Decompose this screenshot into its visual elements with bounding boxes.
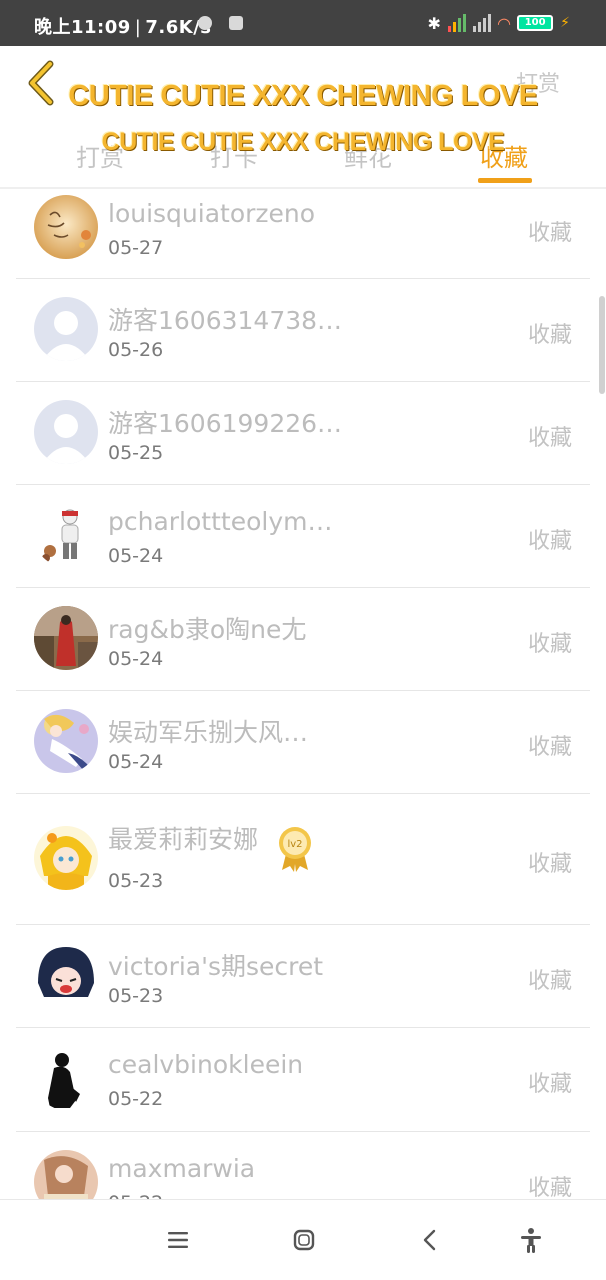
list-scrollbar[interactable] <box>599 296 605 394</box>
favorite-action[interactable]: 收藏 <box>528 523 572 555</box>
status-indicators: ✱ ◠ 100 ⚡ <box>427 12 570 34</box>
list-item[interactable]: rag&b隶o陶ne尢 05-24 收藏 <box>0 588 606 691</box>
user-name[interactable]: 游客1606199226… <box>108 404 342 440</box>
item-date: 05-24 <box>108 648 164 670</box>
user-name[interactable]: victoria's期secret <box>108 947 323 983</box>
user-name[interactable]: cealvbinokleein <box>108 1050 303 1079</box>
yellow-anime-avatar[interactable] <box>34 826 98 890</box>
list-item[interactable]: maxmarwia 05-22 收藏 <box>0 1132 606 1199</box>
favorite-action[interactable]: 收藏 <box>528 963 572 995</box>
favorite-action[interactable]: 收藏 <box>528 1066 572 1098</box>
user-name[interactable]: 最爱莉莉安娜 <box>108 820 258 856</box>
accessibility-icon[interactable] <box>517 1226 545 1254</box>
nav-back-icon[interactable] <box>416 1226 444 1254</box>
item-date: 05-27 <box>108 237 164 259</box>
home-icon[interactable] <box>290 1226 318 1254</box>
charging-icon: ⚡ <box>560 15 570 31</box>
list-item[interactable]: 娱动军乐捌大风… 05-24 收藏 <box>0 691 606 794</box>
favorite-action[interactable]: 收藏 <box>528 215 572 247</box>
favorite-action[interactable]: 收藏 <box>528 420 572 452</box>
battery-icon: 100 <box>517 15 554 31</box>
favorite-action[interactable]: 收藏 <box>528 626 572 658</box>
list-item[interactable]: victoria's期secret 05-23 收藏 <box>0 925 606 1028</box>
item-date: 05-24 <box>108 751 164 773</box>
status-separator: | <box>134 17 142 38</box>
bluetooth-icon: ✱ <box>427 13 441 33</box>
item-date: 05-24 <box>108 545 164 567</box>
dark-hair-avatar[interactable] <box>34 943 98 1007</box>
signal-secondary-icon <box>472 14 491 32</box>
item-date: 05-26 <box>108 339 164 361</box>
item-date: 05-23 <box>108 985 164 1007</box>
anime-girl-avatar[interactable] <box>34 709 98 773</box>
system-nav-bar <box>0 1200 606 1280</box>
list-item[interactable]: 游客1606199226… 05-25 收藏 <box>0 382 606 485</box>
signal-hd-icon <box>447 14 466 32</box>
silhouette-avatar[interactable] <box>34 1046 98 1110</box>
list-item[interactable]: 游客1606314738… 05-26 收藏 <box>0 279 606 382</box>
user-name[interactable]: 游客1606314738… <box>108 301 342 337</box>
list-item[interactable]: cealvbinokleein 05-22 收藏 <box>0 1028 606 1132</box>
user-name[interactable]: louisquiatorzeno <box>108 199 315 228</box>
item-date: 05-22 <box>108 1088 164 1110</box>
figure-avatar[interactable] <box>34 503 98 567</box>
status-time-group: 晚上11:09 | 7.6K/s <box>34 13 212 39</box>
default-user-avatar[interactable] <box>34 297 98 361</box>
menu-icon[interactable] <box>164 1226 192 1254</box>
notification-app-icon <box>198 16 212 30</box>
item-date: 05-25 <box>108 442 164 464</box>
favorite-action[interactable]: 收藏 <box>528 317 572 349</box>
list-item[interactable]: 最爱莉莉安娜 lv2 05-23 收藏 <box>0 794 606 925</box>
notification-shield-icon <box>229 16 243 30</box>
wifi-icon: ◠ <box>497 13 511 33</box>
user-name[interactable]: pcharlottteolym… <box>108 507 332 536</box>
favorite-action[interactable]: 收藏 <box>528 1170 572 1199</box>
user-name[interactable]: 娱动军乐捌大风… <box>108 713 308 749</box>
favorites-list: louisquiatorzeno 05-27 收藏 游客1606314738… … <box>0 189 606 1199</box>
item-date: 05-23 <box>108 870 164 892</box>
user-name[interactable]: maxmarwia <box>108 1154 255 1183</box>
default-user-avatar[interactable] <box>34 400 98 464</box>
app-screen: 晚上11:09 | 7.6K/s ✱ ◠ 100 ⚡ 打赏 打赏 打卡 鲜花 收… <box>0 0 606 1280</box>
red-coat-avatar[interactable] <box>34 606 98 670</box>
level-badge-text: lv2 <box>287 839 302 850</box>
active-tab-indicator <box>478 178 532 183</box>
status-bar: 晚上11:09 | 7.6K/s ✱ ◠ 100 ⚡ <box>0 0 606 46</box>
girl-photo-avatar[interactable] <box>34 1150 98 1199</box>
list-item[interactable]: louisquiatorzeno 05-27 收藏 <box>0 189 606 279</box>
favorite-action[interactable]: 收藏 <box>528 846 572 878</box>
user-name[interactable]: rag&b隶o陶ne尢 <box>108 610 306 646</box>
item-date: 05-22 <box>108 1192 163 1199</box>
love-note-avatar[interactable] <box>34 195 98 259</box>
level-badge-icon: lv2 <box>279 827 311 872</box>
list-item[interactable]: pcharlottteolym… 05-24 收藏 <box>0 485 606 588</box>
favorite-action[interactable]: 收藏 <box>528 729 572 761</box>
overlay-title-top: CUTIE CUTIE XXX CHEWING LOVE <box>68 80 538 112</box>
status-time: 晚上11:09 <box>34 17 131 38</box>
overlay-title-bottom: CUTIE CUTIE XXX CHEWING LOVE <box>101 128 505 156</box>
